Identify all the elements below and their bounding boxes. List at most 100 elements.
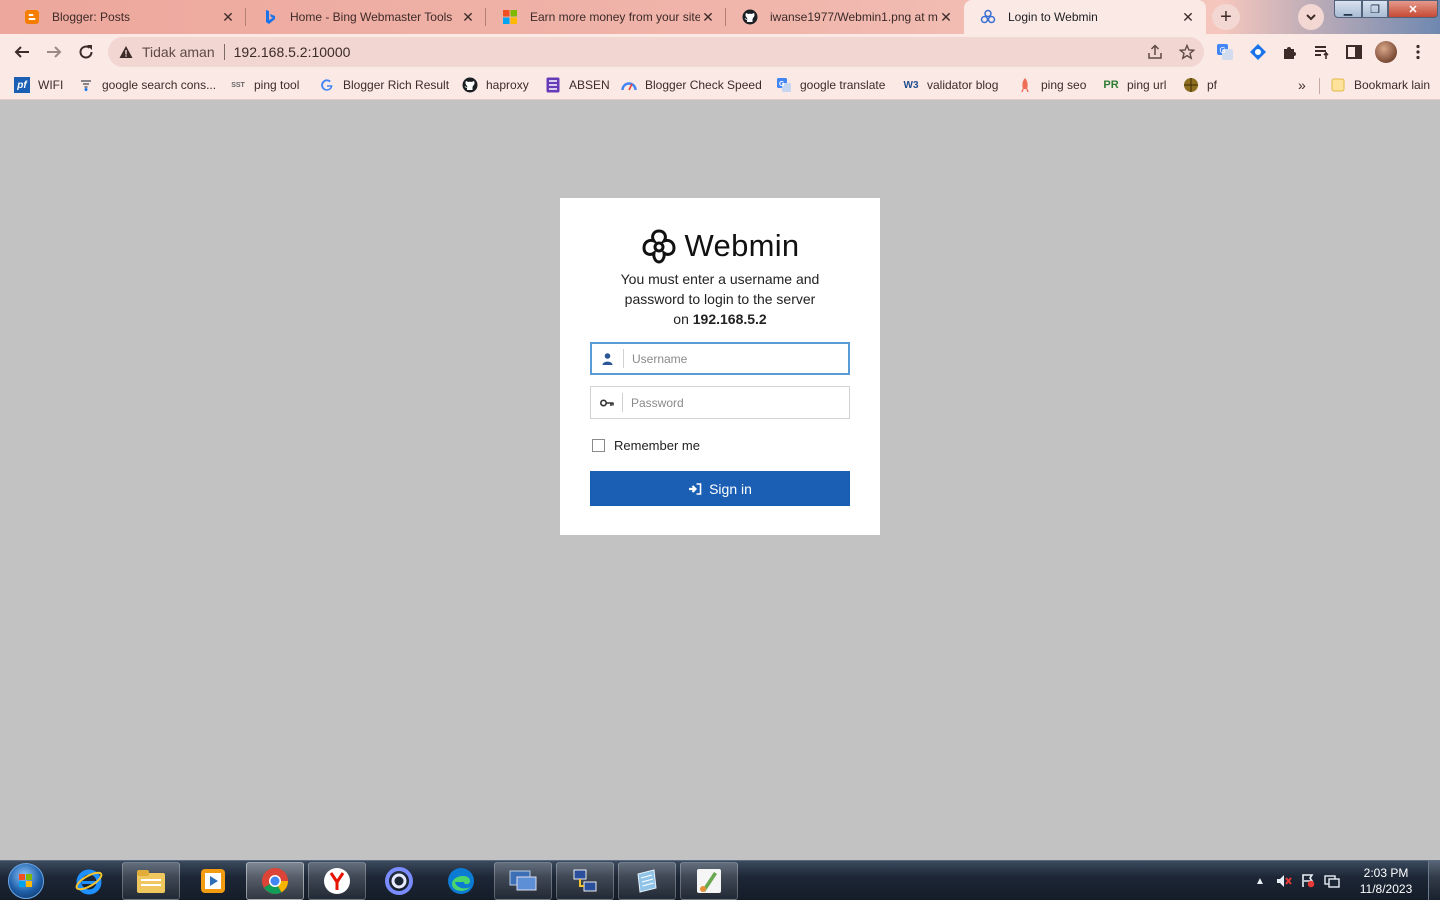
system-clock[interactable]: 2:03 PM 11/8/2023 [1344, 865, 1428, 897]
profile-avatar[interactable] [1375, 41, 1397, 63]
login-card: Webmin You must enter a username and pas… [560, 198, 880, 535]
username-input[interactable] [624, 344, 848, 373]
show-desktop-button[interactable] [1428, 861, 1440, 900]
pr-icon: PR [1103, 79, 1119, 91]
password-field[interactable] [590, 386, 850, 419]
taskbar-internet-explorer[interactable] [60, 862, 118, 900]
extensions-puzzle-icon[interactable] [1280, 42, 1300, 62]
url-text[interactable]: 192.168.5.2:10000 [234, 44, 351, 60]
extension-diamond-icon[interactable] [1248, 42, 1268, 62]
remember-me-label: Remember me [614, 438, 700, 453]
windows-taskbar: ▲ 2:03 PM 11/8/2023 [0, 860, 1440, 900]
taskbar-paint[interactable] [680, 862, 738, 900]
bookmark-validator-blog[interactable]: W3 validator blog [903, 76, 999, 94]
restore-icon: ❐ [1370, 3, 1380, 16]
reload-icon [79, 45, 93, 59]
bookmark-ping-tool[interactable]: SST ping tool [230, 76, 299, 94]
bookmark-ping-seo[interactable]: ping seo [1017, 76, 1086, 94]
bookmark-google-translate[interactable]: G google translate [776, 76, 885, 94]
tab-search-button[interactable] [1298, 4, 1324, 30]
taskbar-screencast[interactable] [370, 862, 428, 900]
tab-strip: Blogger: Posts ✕ Home - Bing Webmaster T… [0, 0, 1440, 34]
address-bar[interactable]: Tidak aman 192.168.5.2:10000 [108, 37, 1204, 67]
page-viewport: Webmin You must enter a username and pas… [0, 101, 1440, 860]
reading-list-icon[interactable] [1312, 42, 1332, 62]
warning-triangle-icon[interactable] [118, 45, 134, 59]
tab-title: iwanse1977/Webmin1.png at ma [770, 10, 938, 24]
tab-webmin[interactable]: Login to Webmin ✕ [964, 0, 1206, 34]
taskbar-notepad[interactable] [618, 862, 676, 900]
minimize-button[interactable]: ▁ [1334, 0, 1362, 18]
webmin-brand: Webmin [560, 228, 880, 264]
action-center-flag-icon[interactable] [1296, 871, 1320, 891]
close-window-button[interactable]: ✕ [1388, 0, 1438, 18]
remote-desktop-icon [509, 870, 537, 891]
tab-github[interactable]: iwanse1977/Webmin1.png at ma ✕ [726, 0, 964, 34]
microsoft-icon [502, 9, 518, 25]
tab-close-icon[interactable]: ✕ [220, 9, 236, 25]
new-tab-button[interactable]: + [1212, 4, 1240, 30]
system-tray: ▲ 2:03 PM 11/8/2023 [1248, 861, 1440, 900]
taskbar-network[interactable] [556, 862, 614, 900]
taskbar-media-player[interactable] [184, 862, 242, 900]
bookmark-wifi[interactable]: pf WIFI [14, 76, 63, 94]
github-icon [742, 9, 758, 25]
tab-close-icon[interactable]: ✕ [460, 9, 476, 25]
sst-icon: SST [231, 81, 245, 89]
start-button[interactable] [8, 863, 44, 899]
bookmark-blogger-rich-result[interactable]: Blogger Rich Result [319, 76, 449, 94]
menu-kebab-icon[interactable] [1408, 42, 1428, 62]
remember-me[interactable]: Remember me [592, 438, 700, 453]
bookmark-blogger-check-speed[interactable]: Blogger Check Speed [621, 76, 762, 94]
taskbar-yandex[interactable] [308, 862, 366, 900]
minimize-icon: ▁ [1343, 3, 1353, 16]
tab-blogger[interactable]: Blogger: Posts ✕ [8, 0, 246, 34]
tray-expand-icon[interactable]: ▲ [1248, 871, 1272, 891]
webmin-icon [980, 9, 996, 25]
media-player-icon [201, 869, 225, 893]
key-icon [591, 393, 623, 412]
google-translate-extension-icon[interactable]: G [1215, 42, 1235, 62]
tab-close-icon[interactable]: ✕ [700, 9, 716, 25]
sign-in-icon [689, 482, 702, 495]
network-status-icon[interactable] [1320, 871, 1344, 891]
network-icon [573, 869, 597, 892]
bookmark-ping-url[interactable]: PR ping url [1103, 76, 1166, 94]
tab-close-icon[interactable]: ✕ [938, 9, 954, 25]
bookmark-google-search-console[interactable]: google search cons... [78, 76, 216, 94]
taskbar-chrome[interactable] [246, 862, 304, 900]
sign-in-button[interactable]: Sign in [590, 471, 850, 506]
volume-muted-icon[interactable] [1272, 871, 1296, 891]
bookmark-pf[interactable]: pf [1183, 76, 1217, 94]
maximize-button[interactable]: ❐ [1362, 0, 1388, 18]
tab-microsoft[interactable]: Earn more money from your site ✕ [486, 0, 726, 34]
reload-button[interactable] [72, 38, 100, 66]
remember-me-checkbox[interactable] [592, 439, 605, 452]
w3c-icon: W3 [903, 79, 919, 91]
back-button[interactable] [8, 38, 36, 66]
window-controls: ▁ ❐ ✕ [1334, 0, 1440, 20]
bookmarks-overflow-button[interactable]: » [1298, 76, 1306, 94]
share-icon[interactable] [1146, 43, 1164, 61]
windows-logo-icon [19, 874, 32, 887]
speed-icon [621, 77, 637, 93]
tab-bing[interactable]: Home - Bing Webmaster Tools ✕ [246, 0, 486, 34]
bookmark-other-folder[interactable]: Bookmark lain [1330, 76, 1430, 94]
password-input[interactable] [623, 387, 849, 418]
side-panel-icon[interactable] [1344, 42, 1364, 62]
paint-icon [697, 869, 721, 893]
bookmark-star-icon[interactable] [1178, 43, 1196, 61]
tab-close-icon[interactable]: ✕ [1180, 9, 1196, 25]
forward-button[interactable] [40, 38, 68, 66]
screencast-icon [385, 867, 413, 895]
taskbar-remote-desktop[interactable] [494, 862, 552, 900]
bookmark-absen[interactable]: ABSEN [545, 76, 610, 94]
bookmark-haproxy[interactable]: haproxy [462, 76, 529, 94]
taskbar-edge[interactable] [432, 862, 490, 900]
security-status[interactable]: Tidak aman [142, 44, 215, 60]
svg-text:G: G [779, 81, 785, 88]
username-field[interactable] [590, 342, 850, 375]
taskbar-file-explorer[interactable] [122, 862, 180, 900]
user-icon [592, 349, 624, 368]
browser-toolbar: Tidak aman 192.168.5.2:10000 G [0, 34, 1440, 70]
